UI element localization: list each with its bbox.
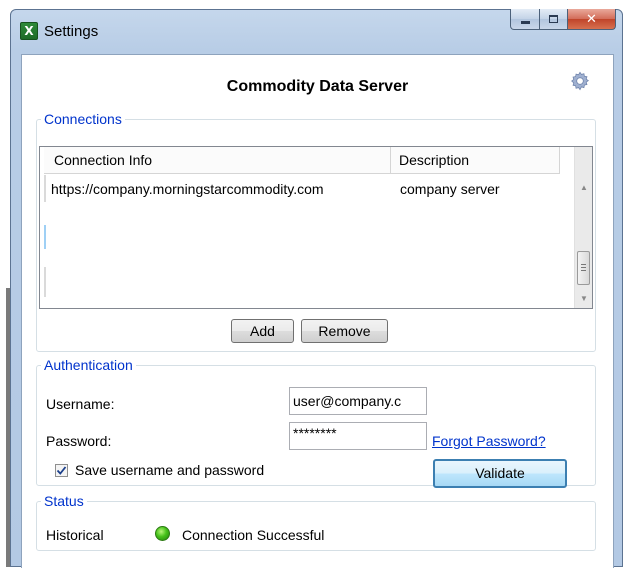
validate-button[interactable]: Validate <box>433 459 567 488</box>
connections-group: Connections Connection Info Description … <box>36 111 596 352</box>
status-group: Status Historical Connection Successful <box>36 493 596 551</box>
status-message: Connection Successful <box>182 527 325 543</box>
password-label: Password: <box>46 433 112 449</box>
row-header <box>44 175 46 202</box>
status-legend: Status <box>44 493 84 509</box>
grid-header: Connection Info Description <box>44 147 560 174</box>
gear-icon[interactable] <box>569 70 591 92</box>
connections-legend: Connections <box>44 111 122 127</box>
caption-buttons: ✕ <box>510 9 616 31</box>
column-header-description[interactable]: Description <box>391 147 560 174</box>
description-cell[interactable]: company server <box>400 181 500 197</box>
checkmark-icon <box>56 466 67 475</box>
minimize-icon <box>520 21 530 24</box>
settings-window: X Settings ✕ Commodity Data Server Conne… <box>10 9 623 568</box>
add-button[interactable]: Add <box>231 319 294 343</box>
vertical-scrollbar[interactable]: ▲ ▼ <box>574 147 592 308</box>
password-field[interactable]: ******** <box>289 422 427 450</box>
authentication-legend: Authentication <box>44 357 133 373</box>
title-bar[interactable]: X Settings ✕ <box>11 9 622 54</box>
connections-grid: Connection Info Description https://comp… <box>39 146 593 309</box>
maximize-icon <box>549 15 558 23</box>
close-icon: ✕ <box>586 11 597 27</box>
forgot-password-link[interactable]: Forgot Password? <box>432 433 546 449</box>
username-label: Username: <box>46 396 115 412</box>
minimize-button[interactable] <box>510 9 540 30</box>
page-title: Commodity Data Server <box>226 78 409 95</box>
connection-info-cell[interactable]: https://company.morningstarcommodity.com <box>51 181 324 197</box>
authentication-group: Authentication Username: user@company.c … <box>36 357 596 488</box>
row-header <box>44 267 46 297</box>
status-indicator-icon <box>155 526 170 541</box>
save-credentials-checkbox[interactable] <box>55 464 68 477</box>
settings-panel: Commodity Data Server Connections Connec… <box>21 54 614 568</box>
excel-app-icon: X <box>20 22 38 40</box>
scroll-down-icon[interactable]: ▼ <box>580 294 588 303</box>
column-header-connection-info[interactable]: Connection Info <box>44 147 391 174</box>
scroll-up-icon[interactable]: ▲ <box>580 183 588 192</box>
save-credentials-label[interactable]: Save username and password <box>75 462 264 478</box>
maximize-button[interactable] <box>540 9 568 30</box>
username-field[interactable]: user@company.c <box>289 387 427 415</box>
scrollbar-thumb[interactable] <box>577 251 590 285</box>
row-header-selected <box>44 225 46 249</box>
remove-button[interactable]: Remove <box>301 319 388 343</box>
window-title: Settings <box>44 23 99 40</box>
background-window-edge <box>0 0 10 567</box>
status-source-label: Historical <box>46 527 104 543</box>
close-button[interactable]: ✕ <box>568 9 616 30</box>
